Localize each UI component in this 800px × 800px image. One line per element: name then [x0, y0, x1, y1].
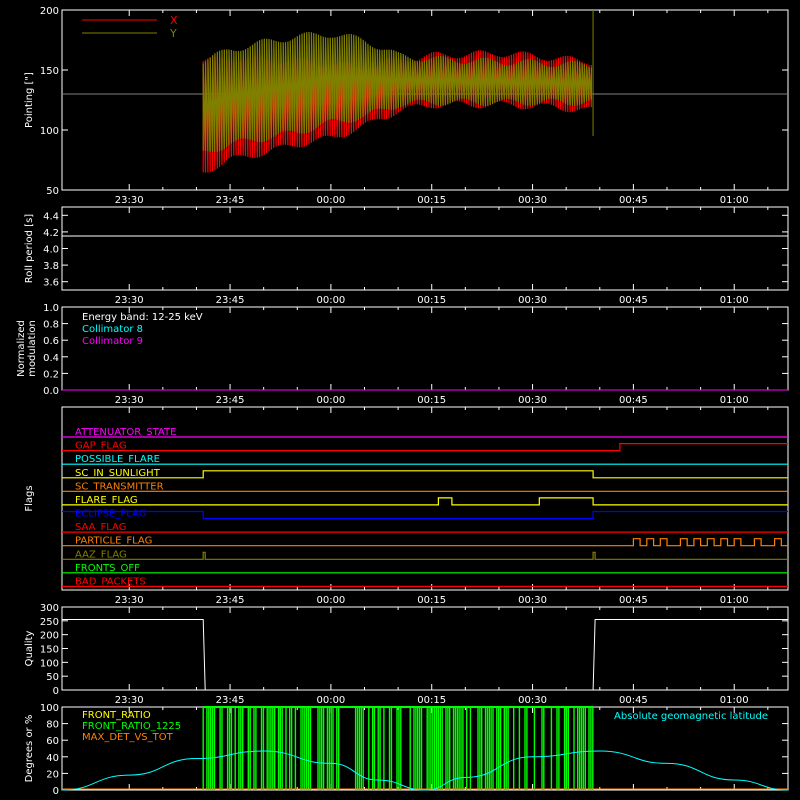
quality-xtick-label: 00:15 [417, 695, 446, 706]
bottom-ytick-label-4: 80 [46, 720, 59, 731]
bottom-legend-0: FRONT_RATIO [82, 710, 151, 721]
roll-xtick-label: 23:45 [216, 295, 245, 306]
roll-xtick-label: 00:30 [518, 295, 547, 306]
roll-ytick-label-4: 4.4 [43, 211, 59, 222]
pointing-legend-label-1: Y [169, 27, 177, 40]
modulation-ytick-label-3: 0.6 [43, 336, 59, 347]
bottom-ytick-label-5: 100 [40, 703, 59, 714]
bottom-legend-1: FRONT_RATIO_1225 [82, 721, 181, 732]
pointing-xtick-label: 00:00 [316, 195, 345, 206]
quality-xtick-label: 00:45 [619, 695, 648, 706]
modulation-ytick-label-4: 0.8 [43, 320, 59, 331]
flag-label-eclipse_flag: ECLIPSE_FLAG [75, 509, 146, 520]
pointing-ytick-label-3: 200 [40, 6, 59, 17]
flag-label-sc_transmitter: SC_TRANSMITTER [75, 481, 164, 492]
bottom-ytick-label-1: 20 [46, 769, 59, 780]
bottom-legend-3: Absolute geomagnetic latitude [614, 711, 768, 722]
quality-xtick-label: 23:45 [216, 695, 245, 706]
flag-label-aaz_flag: AAZ_FLAG [75, 549, 127, 560]
modulation-xtick-label: 00:30 [518, 395, 547, 406]
flags-xtick-label: 00:00 [316, 595, 345, 606]
modulation-ylabel-2: modulation [27, 320, 38, 377]
roll-xtick-label: 00:45 [619, 295, 648, 306]
flags-xtick-label: 01:00 [720, 595, 749, 606]
modulation-ytick-label-1: 0.2 [43, 369, 59, 380]
pointing-ytick-label-2: 150 [40, 66, 59, 77]
quality-xtick-label: 23:30 [115, 695, 144, 706]
roll-ytick-label-0: 3.6 [43, 278, 59, 289]
bottom-ylabel: Degrees or % [24, 715, 35, 783]
flag-label-fronts_off: FRONTS_OFF [75, 563, 140, 574]
modulation-ytick-label-0: 0.0 [43, 386, 59, 397]
quality-ytick-label-4: 200 [40, 631, 59, 642]
bottom-ytick-label-0: 0 [53, 786, 59, 797]
quality-ytick-label-3: 150 [40, 645, 59, 656]
roll-xtick-label: 00:00 [316, 295, 345, 306]
modulation-xtick-label: 23:45 [216, 395, 245, 406]
flags-xtick-label: 00:30 [518, 595, 547, 606]
pointing-ytick-label-0: 50 [46, 186, 59, 197]
quality-ytick-label-5: 250 [40, 617, 59, 628]
multi-panel-chart: 23:30 23:45 00:00 00:15 00:30 00:45 01:00 50 100… [0, 0, 800, 800]
modulation-ytick-label-2: 0.4 [43, 353, 59, 364]
modulation-ytick-label-5: 1.0 [43, 303, 59, 314]
quality-ytick-label-1: 50 [46, 672, 59, 683]
quality-ytick-label-6: 300 [40, 603, 59, 614]
modulation-xtick-label: 00:15 [417, 395, 446, 406]
pointing-xtick-label: 23:30 [115, 195, 144, 206]
flag-label-gap_flag: GAP_FLAG [75, 441, 127, 452]
pointing-xtick-label: 01:00 [720, 195, 749, 206]
flags-xtick-label: 23:45 [216, 595, 245, 606]
quality-ytick-label-0: 0 [53, 686, 59, 697]
flags-ylabel: Flags [24, 485, 35, 511]
bottom-legend-2: MAX_DET_VS_TOT [82, 732, 174, 743]
flags-xtick-label: 00:15 [417, 595, 446, 606]
flag-label-sc_in_sunlight: SC_IN_SUNLIGHT [75, 468, 161, 479]
flag-label-attenuator_state: ATTENUATOR_STATE [75, 427, 176, 438]
flag-label-possible_flare: POSSIBLE_FLARE [75, 454, 160, 465]
modulation-xtick-label: 00:45 [619, 395, 648, 406]
quality-xtick-label: 00:00 [316, 695, 345, 706]
roll-xtick-label: 00:15 [417, 295, 446, 306]
roll-ytick-label-3: 4.2 [43, 228, 59, 239]
pointing-ytick-label-1: 100 [40, 126, 59, 137]
modulation-legend-0: Collimator 8 [82, 324, 143, 335]
flag-label-particle_flag: PARTICLE_FLAG [75, 536, 152, 547]
modulation-ylabel-1: Normalized [16, 320, 27, 377]
bottom-ytick-label-3: 60 [46, 736, 59, 747]
roll-ytick-label-1: 3.8 [43, 261, 59, 272]
pointing-legend-label-0: X [170, 14, 178, 27]
flags-xtick-label: 23:30 [115, 595, 144, 606]
quality-ylabel: Quality [24, 631, 35, 667]
roll-xtick-label: 23:30 [115, 295, 144, 306]
roll-ylabel: Roll period [s] [24, 214, 35, 283]
pointing-xtick-label: 23:45 [216, 195, 245, 206]
flag-label-flare_flag: FLARE_FLAG [75, 495, 138, 506]
pointing-xtick-label: 00:45 [619, 195, 648, 206]
flag-label-bad_packets: BAD_PACKETS [75, 576, 146, 587]
modulation-xtick-label: 01:00 [720, 395, 749, 406]
quality-xtick-label: 00:30 [518, 695, 547, 706]
modulation-xtick-label: 23:30 [115, 395, 144, 406]
pointing-xtick-label: 00:30 [518, 195, 547, 206]
pointing-xtick-label: 00:15 [417, 195, 446, 206]
modulation-xtick-label: 00:00 [316, 395, 345, 406]
flags-xtick-label: 00:45 [619, 595, 648, 606]
modulation-annotation: Energy band: 12-25 keV [82, 312, 203, 323]
modulation-legend-1: Collimator 9 [82, 336, 143, 347]
roll-ytick-label-2: 4.0 [43, 245, 59, 256]
bottom-ytick-label-2: 40 [46, 753, 59, 764]
quality-xtick-label: 01:00 [720, 695, 749, 706]
roll-xtick-label: 01:00 [720, 295, 749, 306]
quality-ytick-label-2: 100 [40, 658, 59, 669]
pointing-ylabel: Pointing ["] [24, 72, 35, 128]
flag-label-saa_flag: SAA_FLAG [75, 522, 126, 533]
